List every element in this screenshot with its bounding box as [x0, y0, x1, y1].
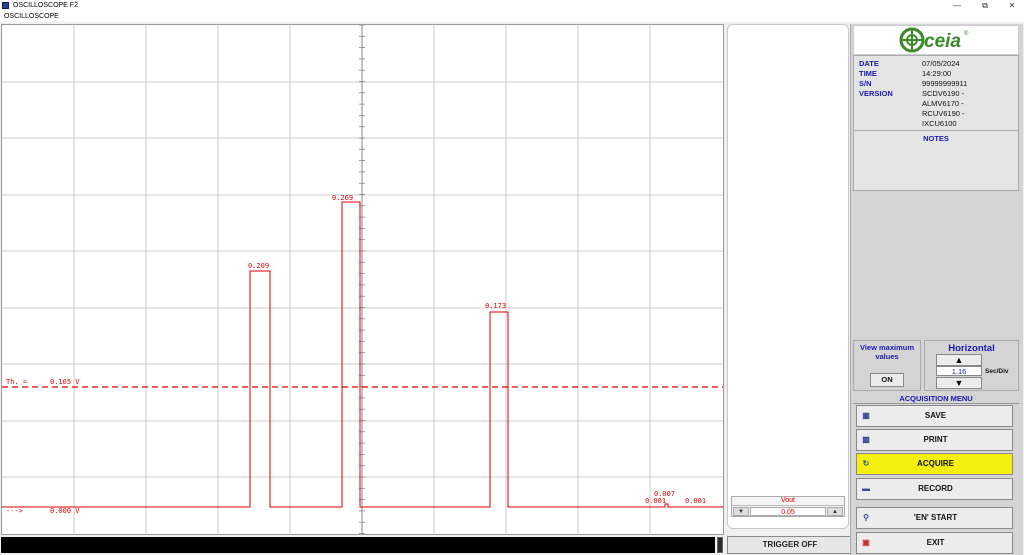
- version-label: VERSION: [859, 89, 893, 98]
- save-button[interactable]: ▦ SAVE: [856, 405, 1013, 427]
- version-line-2: ALMV6170 -: [922, 99, 964, 108]
- horizontal-down-button[interactable]: ▼: [936, 377, 982, 389]
- notes-divider: [854, 130, 1018, 131]
- app-icon: [2, 2, 9, 9]
- restore-button[interactable]: ⧉: [974, 0, 996, 12]
- horizontal-value: 1.16: [936, 366, 982, 376]
- version-line-3: RCUV6190 -: [922, 109, 965, 118]
- window-title: OSCILLOSCOPE F2: [13, 2, 78, 9]
- vout-control: Vout ▼ 0.05 ▲: [731, 496, 845, 517]
- horizontal-title: Horizontal: [948, 343, 995, 354]
- view-maximum-panel: View maximum values ON: [853, 340, 921, 391]
- peak-label-2: 0.269: [332, 194, 353, 202]
- view-maximum-title: View maximum values: [859, 343, 915, 361]
- logo-registered: ®: [964, 30, 969, 37]
- version-line-4: IXCU6100: [922, 119, 957, 128]
- time-label: TIME: [859, 69, 877, 78]
- vout-value: 0.05: [750, 507, 826, 516]
- logo-text: ceia: [924, 31, 961, 52]
- sn-label: S/N: [859, 79, 872, 88]
- menu-oscilloscope[interactable]: OSCILLOSCOPE: [4, 13, 59, 20]
- threshold-value: 0.105 V: [50, 378, 80, 386]
- record-button[interactable]: ▬ RECORD: [856, 478, 1013, 500]
- zero-value: 0.000 V: [50, 507, 80, 515]
- version-line-1: SCDV6190 -: [922, 89, 965, 98]
- en-start-button[interactable]: ⚲ 'EN' START: [856, 507, 1013, 529]
- record-label: RECORD: [918, 484, 953, 493]
- en-start-label: 'EN' START: [913, 513, 958, 522]
- title-bar: OSCILLOSCOPE F2 — ⧉ ✕: [0, 0, 1024, 12]
- exit-button[interactable]: ▣ EXIT: [856, 532, 1013, 554]
- notes-label: NOTES: [923, 134, 949, 143]
- oscilloscope-display[interactable]: Th. = 0.105 V ---> 0.000 V 0.209 0.269 0…: [1, 24, 724, 535]
- date-value: 07/05/2024: [922, 59, 960, 68]
- minimize-button[interactable]: —: [946, 0, 968, 12]
- logo-graphic: ceia ®: [899, 27, 969, 53]
- time-value: 14:29:00: [922, 69, 952, 78]
- horizontal-scale-panel: Horizontal ▲ 1.16 Sec/Div ▼: [924, 340, 1019, 391]
- device-info-panel: DATE 07/05/2024 TIME 14:29:00 S/N 999999…: [853, 55, 1019, 191]
- acquire-button[interactable]: ↻ ACQUIRE: [856, 453, 1013, 475]
- vertical-scale-panel: [727, 24, 849, 529]
- status-bar-handle[interactable]: [717, 537, 723, 553]
- horizontal-up-button[interactable]: ▲: [936, 354, 982, 366]
- sn-value: 99999999911: [922, 79, 968, 88]
- peak-label-5: 0.001: [645, 497, 666, 505]
- trigger-off-button[interactable]: TRIGGER OFF: [727, 536, 853, 554]
- close-button[interactable]: ✕: [1001, 0, 1023, 12]
- signal-trace: [2, 201, 723, 508]
- scope-grid: [2, 25, 723, 534]
- vout-increase-button[interactable]: ▲: [827, 507, 843, 516]
- acquisition-menu-title: ACQUISITION MENU: [853, 394, 1019, 404]
- zero-marker: --->: [6, 507, 23, 515]
- acquire-label: ACQUIRE: [917, 459, 954, 468]
- horizontal-unit: Sec/Div: [985, 368, 1009, 375]
- status-bar: [1, 537, 715, 553]
- date-label: DATE: [859, 59, 879, 68]
- peak-label-3: 0.173: [485, 302, 506, 310]
- save-label: SAVE: [924, 411, 947, 420]
- ceia-logo: ceia ®: [853, 25, 1019, 55]
- scope-canvas: Th. = 0.105 V ---> 0.000 V 0.209 0.269 0…: [2, 25, 723, 534]
- print-button[interactable]: ▩ PRINT: [856, 429, 1013, 451]
- peak-label-1: 0.209: [248, 262, 269, 270]
- vout-decrease-button[interactable]: ▼: [733, 507, 749, 516]
- threshold-label: Th. =: [6, 378, 27, 386]
- print-label: PRINT: [923, 435, 948, 444]
- vout-label: Vout: [732, 497, 844, 506]
- peak-label-6: 0.001: [685, 497, 706, 505]
- menu-bar: OSCILLOSCOPE: [0, 12, 1024, 22]
- view-maximum-toggle[interactable]: ON: [870, 373, 904, 387]
- exit-label: EXIT: [926, 538, 945, 547]
